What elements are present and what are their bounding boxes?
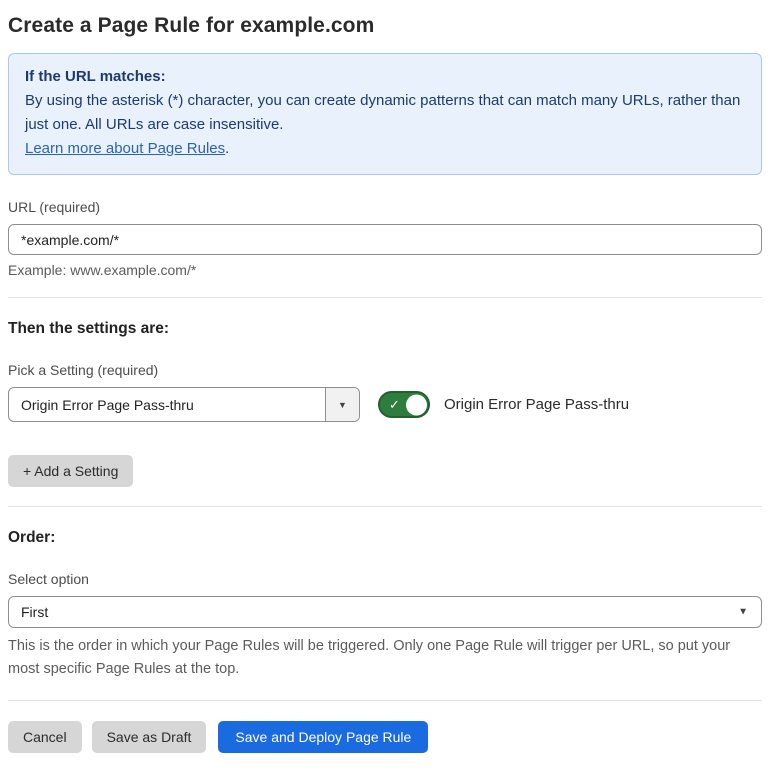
toggle-knob [406, 394, 427, 415]
order-section-heading: Order: [8, 529, 56, 546]
save-draft-button[interactable]: Save as Draft [91, 721, 207, 753]
link-suffix: . [225, 140, 230, 157]
url-example-helper: Example: www.example.com/* [8, 262, 197, 278]
add-setting-button[interactable]: + Add a Setting [8, 455, 134, 487]
order-helper-text: This is the order in which your Page Rul… [8, 638, 731, 677]
caret-down-icon: ▼ [338, 399, 347, 410]
url-match-info-box: If the URL matches: By using the asteris… [8, 53, 762, 175]
order-select-label: Select option [8, 571, 89, 587]
check-icon: ✓ [389, 396, 400, 412]
info-box-heading: If the URL matches: [25, 68, 166, 85]
caret-down-icon: ▼ [738, 606, 748, 618]
dropdown-arrow-button[interactable]: ▼ [325, 388, 359, 421]
origin-error-toggle[interactable]: ✓ [378, 391, 430, 418]
toggle-label: Origin Error Page Pass-thru [444, 396, 630, 413]
settings-section-heading: Then the settings are: [8, 320, 170, 337]
pick-setting-label: Pick a Setting (required) [8, 362, 159, 378]
setting-picker-value: Origin Error Page Pass-thru [21, 396, 194, 413]
cancel-button[interactable]: Cancel [8, 721, 82, 753]
save-deploy-button[interactable]: Save and Deploy Page Rule [218, 721, 429, 753]
order-select-wrap: First ▼ [8, 596, 762, 628]
url-input[interactable] [8, 224, 762, 255]
info-box-body: By using the asterisk (*) character, you… [25, 92, 741, 133]
info-box-link-line: Learn more about Page Rules. [25, 137, 745, 161]
setting-picker-row: Origin Error Page Pass-thru ▼ ✓ Origin E… [8, 387, 762, 422]
setting-picker-dropdown[interactable]: Origin Error Page Pass-thru ▼ [8, 387, 360, 422]
footer-actions: Cancel Save as Draft Save and Deploy Pag… [8, 721, 762, 753]
order-select-value: First [21, 604, 49, 620]
url-field-label: URL (required) [8, 199, 101, 215]
order-select[interactable]: First ▼ [8, 596, 762, 628]
setting-toggle-group: ✓ Origin Error Page Pass-thru [378, 391, 629, 418]
divider [8, 506, 762, 507]
divider [8, 297, 762, 298]
page-title: Create a Page Rule for example.com [8, 14, 375, 37]
learn-more-link[interactable]: Learn more about Page Rules [25, 140, 225, 157]
divider [8, 700, 762, 701]
